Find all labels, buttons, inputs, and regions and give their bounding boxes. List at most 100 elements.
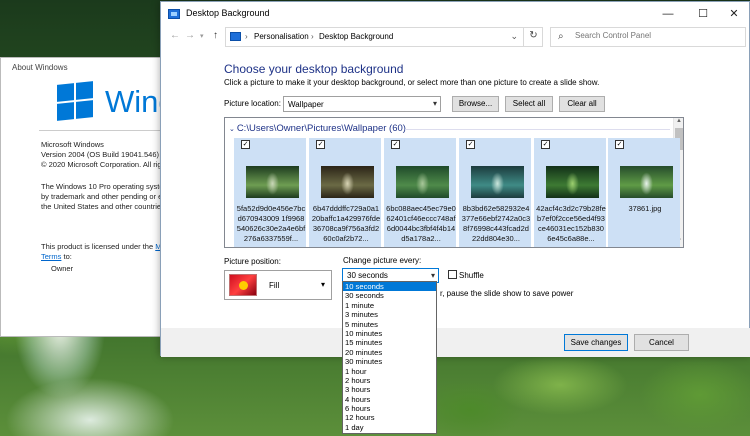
control-panel-icon <box>168 9 180 19</box>
license-text: This product is licensed under the <box>41 242 154 251</box>
interval-option[interactable]: 15 minutes <box>343 338 436 347</box>
browse-button[interactable]: Browse... <box>452 96 499 112</box>
description-line: The Windows 10 Pro operating system a <box>41 182 177 191</box>
picture-location-value: Wallpaper <box>288 100 324 109</box>
breadcrumb-desktop-background[interactable]: Desktop Background <box>319 32 393 41</box>
wallpaper-thumbnail <box>546 166 599 198</box>
recent-chevron-icon[interactable]: ▾ <box>200 32 204 40</box>
battery-saver-text: r, pause the slide show to save power <box>440 289 574 298</box>
interval-option[interactable]: 5 minutes <box>343 320 436 329</box>
picture-position-label: Picture position: <box>224 257 281 266</box>
select-all-button[interactable]: Select all <box>505 96 553 112</box>
forward-arrow-icon[interactable]: → <box>185 30 195 41</box>
save-changes-button[interactable]: Save changes <box>564 334 628 351</box>
interval-option[interactable]: 30 seconds <box>343 291 436 300</box>
change-interval-value: 30 seconds <box>347 271 388 280</box>
interval-option[interactable]: 3 minutes <box>343 310 436 319</box>
change-interval-label: Change picture every: <box>343 256 422 265</box>
navigation-bar: ← → ▾ ↑ › Personalisation › Desktop Back… <box>161 26 750 48</box>
divider <box>405 129 670 130</box>
wallpaper-filename: 6b47dddffc729a0a120baffc1a429976fde36708… <box>311 204 381 243</box>
interval-option[interactable]: 30 minutes <box>343 357 436 366</box>
license-line-2: Terms to: <box>41 252 72 262</box>
checkbox-icon[interactable]: ✓ <box>541 140 550 149</box>
wallpaper-filename: 6bc088aec45ec79e062401cf46eccc748af6d004… <box>386 204 456 243</box>
wallpaper-tile[interactable]: ✓ 6bc088aec45ec79e062401cf46eccc748af6d00… <box>384 138 456 247</box>
address-bar[interactable]: › Personalisation › Desktop Background ⌄ <box>225 27 543 47</box>
folder-header[interactable]: ⌄ C:\Users\Owner\Pictures\Wallpaper (60) <box>229 123 406 134</box>
wallpaper-thumbnail <box>620 166 673 198</box>
scroll-up-icon[interactable]: ▲ <box>674 118 683 124</box>
picture-location-label: Picture location: <box>224 99 281 108</box>
checkbox-icon[interactable]: ✓ <box>466 140 475 149</box>
wallpaper-tile[interactable]: ✓ 5fa52d9d0e456e7bcd670943009 1f996854062… <box>234 138 306 247</box>
interval-option[interactable]: 10 seconds <box>343 282 436 292</box>
minimize-button[interactable]: — <box>651 4 685 24</box>
breadcrumb-separator-icon: › <box>245 32 248 41</box>
interval-option[interactable]: 2 hours <box>343 376 436 385</box>
interval-option[interactable]: 4 hours <box>343 395 436 404</box>
wallpaper-filename: 37861.jpg <box>628 204 662 213</box>
license-terms-link-2[interactable]: Terms <box>41 252 61 261</box>
close-button[interactable]: ✕ <box>717 4 750 24</box>
checkbox-icon[interactable]: ✓ <box>316 140 325 149</box>
chevron-down-icon: ▾ <box>430 271 435 280</box>
about-window-title: About Windows <box>12 63 68 72</box>
description-line: the United States and other countries/re <box>41 202 174 211</box>
product-name: Microsoft Windows <box>41 140 104 149</box>
desktop-background-window: Desktop Background — ☐ ✕ ← → ▾ ↑ › Perso… <box>160 1 750 357</box>
interval-option[interactable]: 1 minute <box>343 301 436 310</box>
about-windows-window: About Windows Windo Microsoft Windows Ve… <box>0 57 193 337</box>
clear-all-button[interactable]: Clear all <box>559 96 605 112</box>
interval-option[interactable]: 20 minutes <box>343 348 436 357</box>
picture-position-value: Fill <box>269 281 280 290</box>
page-heading: Choose your desktop background <box>224 62 404 76</box>
change-interval-dropdown[interactable]: 10 seconds 30 seconds 1 minute 3 minutes 5 m… <box>342 281 437 434</box>
folder-path: C:\Users\Owner\Pictures\Wallpaper (60) <box>236 123 406 134</box>
search-input[interactable] <box>575 31 735 40</box>
checkbox-icon[interactable]: ✓ <box>241 140 250 149</box>
picture-gallery[interactable]: ⌄ C:\Users\Owner\Pictures\Wallpaper (60)… <box>224 117 684 248</box>
interval-option[interactable]: 12 hours <box>343 413 436 422</box>
breadcrumb-personalisation[interactable]: Personalisation <box>254 32 309 41</box>
license-line: This product is licensed under the Micro <box>41 242 174 252</box>
wallpaper-filename: 42acf4c3d2c79b28feb7ef0f2cce56ed4f93ce46… <box>536 204 606 243</box>
picture-location-select[interactable]: Wallpaper ▾ <box>283 96 441 112</box>
wallpaper-thumbnail <box>471 166 524 198</box>
address-dropdown-icon[interactable]: ⌄ <box>510 31 518 42</box>
wallpaper-tile[interactable]: ✓ 37861.jpg <box>608 138 680 247</box>
up-arrow-icon[interactable]: ↑ <box>213 30 218 41</box>
wallpaper-filename: 5fa52d9d0e456e7bcd670943009 1f9968540626… <box>236 204 306 243</box>
interval-option[interactable]: 3 hours <box>343 385 436 394</box>
interval-option[interactable]: 10 minutes <box>343 329 436 338</box>
page-description: Click a picture to make it your desktop … <box>224 78 600 87</box>
wallpaper-tile[interactable]: ✓ 42acf4c3d2c79b28feb7ef0f2cce56ed4f93ce4… <box>534 138 606 247</box>
flower-preview-icon <box>229 274 257 296</box>
checkbox-icon[interactable]: ✓ <box>391 140 400 149</box>
interval-option[interactable]: 1 day <box>343 423 436 432</box>
license-to-text: to: <box>61 252 72 261</box>
wallpaper-tile[interactable]: ✓ 6b47dddffc729a0a120baffc1a429976fde3670… <box>309 138 381 247</box>
picture-position-select[interactable]: Fill ▾ <box>224 270 332 300</box>
window-title: Desktop Background <box>186 8 270 18</box>
shuffle-checkbox[interactable]: Shuffle <box>448 270 484 280</box>
wallpaper-thumbnail <box>321 166 374 198</box>
maximize-button[interactable]: ☐ <box>686 4 720 24</box>
interval-option[interactable]: 6 hours <box>343 404 436 413</box>
cancel-button[interactable]: Cancel <box>634 334 689 351</box>
checkbox-icon <box>448 270 457 279</box>
search-icon: ⌕ <box>558 31 564 42</box>
version-text: Version 2004 (OS Build 19041.546) <box>41 150 159 159</box>
refresh-button[interactable]: ↻ <box>523 27 543 47</box>
windows-logo-icon <box>57 81 95 121</box>
checkbox-icon[interactable]: ✓ <box>615 140 624 149</box>
wallpaper-thumbnail <box>246 166 299 198</box>
description-line: by trademark and other pending or exis <box>41 192 172 201</box>
wallpaper-thumbnail <box>396 166 449 198</box>
back-arrow-icon[interactable]: ← <box>170 30 180 41</box>
wallpaper-tile[interactable]: ✓ 8b3bd62e582932e4377e66ebf2742a0c38f7699… <box>459 138 531 247</box>
control-panel-icon <box>230 32 241 41</box>
interval-option[interactable]: 1 hour <box>343 367 436 376</box>
title-bar[interactable]: Desktop Background — ☐ ✕ <box>161 2 749 26</box>
search-box[interactable]: ⌕ <box>550 27 746 47</box>
